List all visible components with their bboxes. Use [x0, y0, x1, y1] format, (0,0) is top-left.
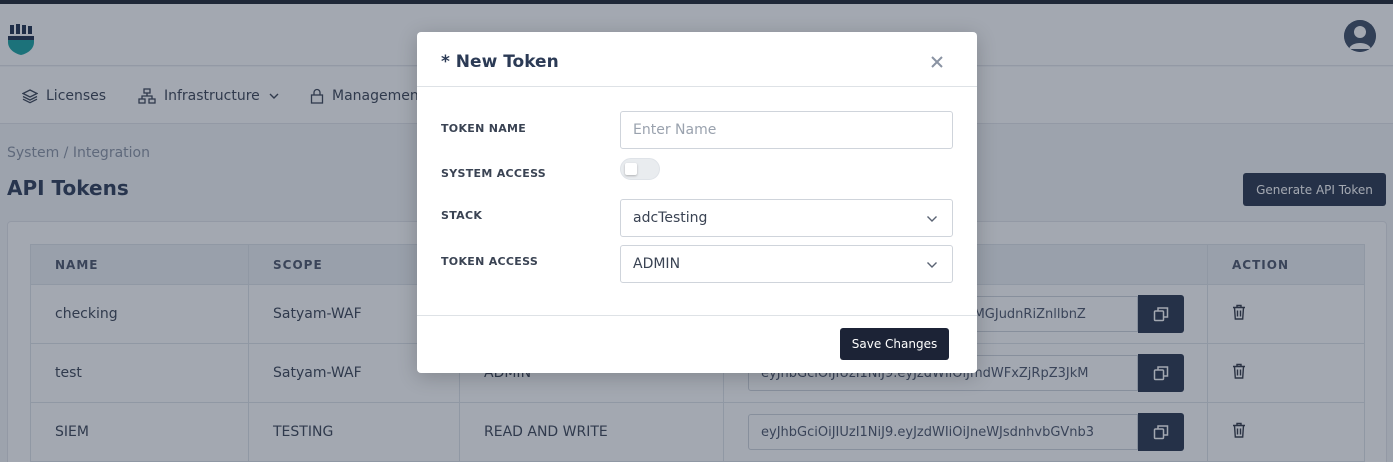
token-name-input[interactable]: Enter Name — [620, 111, 953, 149]
token-access-selected-value: ADMIN — [633, 256, 681, 272]
token-access-label: TOKEN ACCESS — [441, 255, 539, 268]
save-changes-button[interactable]: Save Changes — [840, 328, 949, 360]
system-access-label: SYSTEM ACCESS — [441, 167, 547, 180]
close-icon[interactable] — [929, 54, 945, 70]
stack-selected-value: adcTesting — [633, 210, 708, 226]
modal-footer-divider — [417, 315, 977, 316]
modal-title: * New Token — [441, 52, 559, 72]
modal-header: * New Token — [417, 32, 977, 87]
token-name-label: TOKEN NAME — [441, 122, 527, 135]
new-token-modal: * New Token TOKEN NAME Enter Name SYSTEM… — [417, 32, 977, 373]
stack-label: STACK — [441, 209, 483, 222]
chevron-down-icon — [927, 216, 937, 222]
system-access-toggle[interactable] — [620, 158, 660, 180]
token-access-select[interactable]: ADMIN — [620, 245, 953, 283]
chevron-down-icon — [927, 262, 937, 268]
toggle-knob — [625, 163, 637, 175]
stack-select[interactable]: adcTesting — [620, 199, 953, 237]
